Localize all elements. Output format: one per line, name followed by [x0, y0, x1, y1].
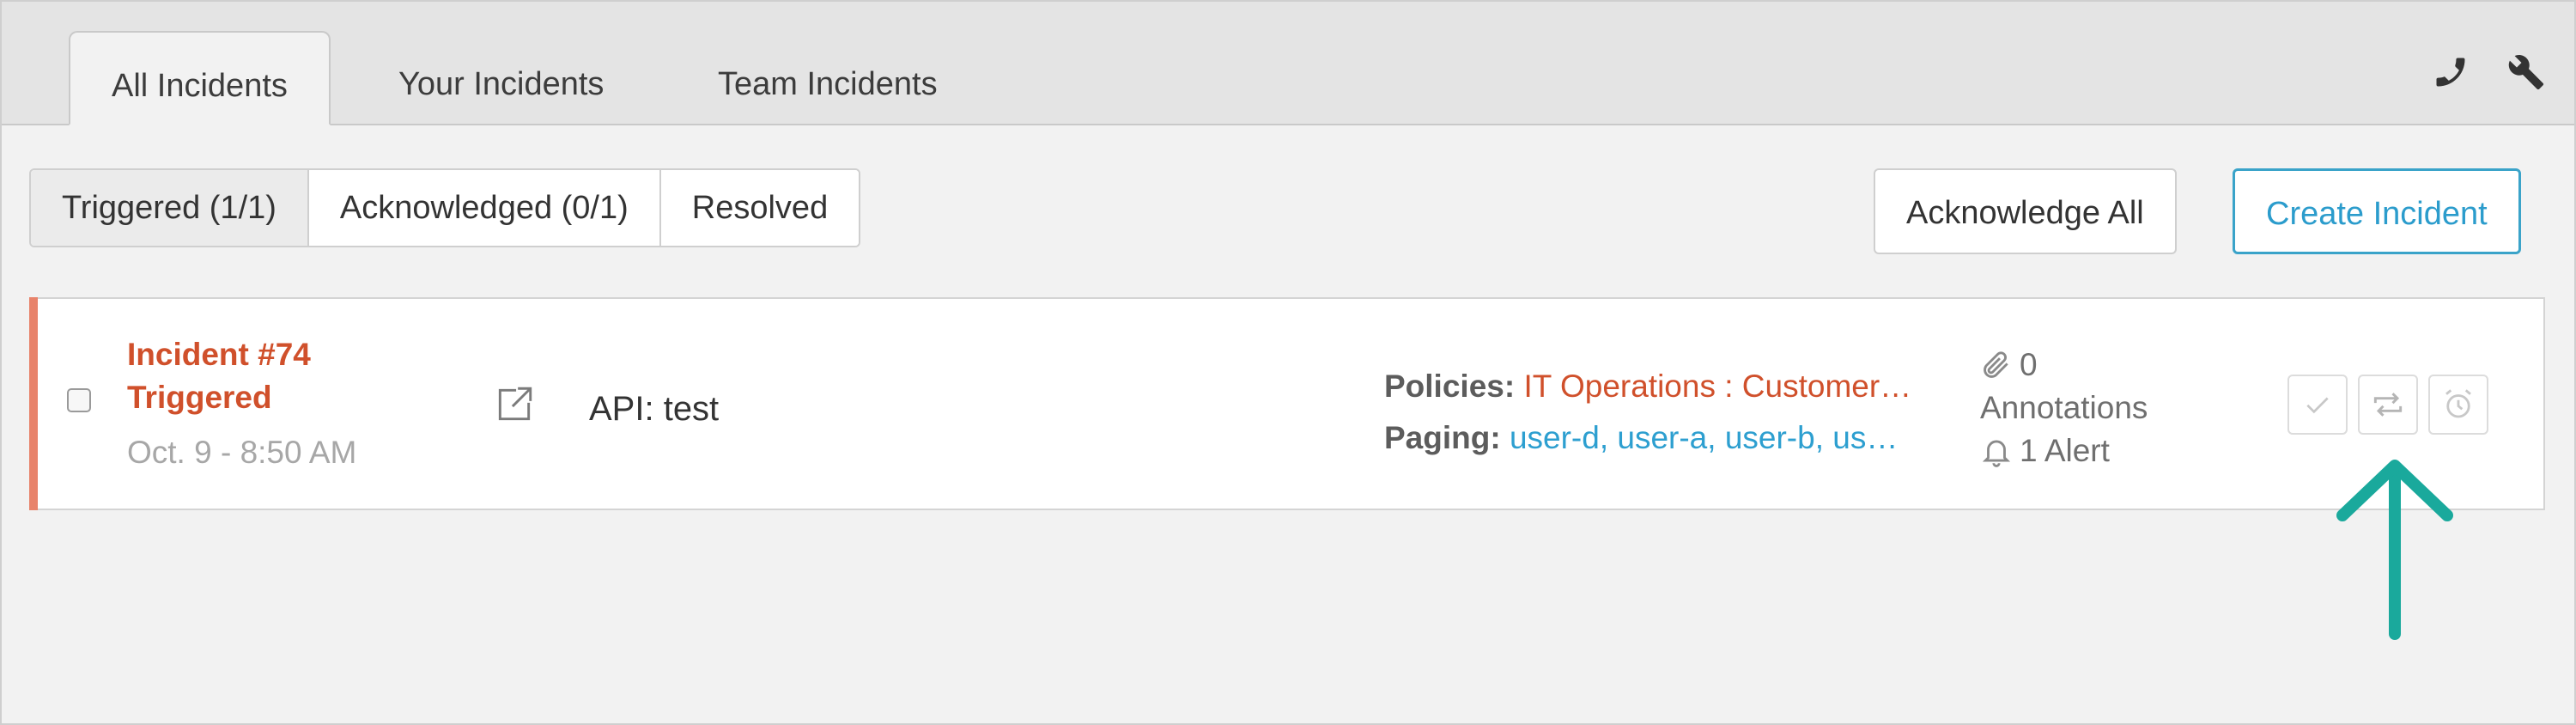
phone-icon[interactable]: [2428, 50, 2473, 94]
wrench-icon[interactable]: [2504, 50, 2549, 94]
annotation-count: 0: [2020, 347, 2038, 382]
toolbar-icons: [2428, 50, 2549, 94]
incident-title[interactable]: Incident #74 Triggered: [127, 333, 311, 419]
filter-triggered[interactable]: Triggered (1/1): [31, 170, 309, 246]
severity-stripe: [29, 297, 38, 510]
external-link-icon[interactable]: [493, 383, 536, 426]
alert-count: 1 Alert: [2020, 433, 2110, 468]
incident-tabs: All Incidents Your Incidents Team Incide…: [2, 2, 2574, 125]
incident-row: Incident #74 Triggered Oct. 9 - 8:50 AM …: [29, 297, 2545, 510]
annotation-arrow: [2330, 455, 2459, 641]
filter-acknowledged[interactable]: Acknowledged (0/1): [308, 170, 661, 246]
incident-status: Triggered: [127, 380, 272, 415]
policies-label: Policies:: [1384, 369, 1516, 404]
acknowledge-all-button[interactable]: Acknowledge All: [1874, 168, 2177, 254]
annotations-label: Annotations: [1980, 390, 2148, 425]
annotation-count-row: 0: [1980, 344, 2148, 387]
incident-time: Oct. 9 - 8:50 AM: [127, 435, 357, 470]
create-incident-button[interactable]: Create Incident: [2233, 168, 2521, 254]
incident-meta: 0 Annotations 1 Alert: [1980, 344, 2148, 472]
reassign-button[interactable]: [2358, 375, 2418, 435]
policies-link[interactable]: IT Operations : Customer…: [1523, 369, 1911, 404]
paging-users-link[interactable]: user-d, user-a, user-b, us…: [1510, 420, 1898, 455]
incident-select-checkbox[interactable]: [67, 388, 91, 412]
reassign-icon: [2373, 393, 2403, 417]
incident-summary: API: test: [589, 390, 720, 428]
paperclip-icon: [1984, 351, 2008, 378]
tab-your-incidents[interactable]: Your Incidents: [357, 31, 645, 125]
alarm-clock-icon: [2445, 389, 2471, 418]
tab-team-incidents[interactable]: Team Incidents: [677, 31, 979, 125]
alert-count-row: 1 Alert: [1980, 430, 2148, 472]
bell-icon: [1982, 440, 2011, 467]
checkmark-icon: [2306, 397, 2329, 414]
incident-actions: [2287, 375, 2488, 435]
tab-all-incidents[interactable]: All Incidents: [69, 31, 331, 125]
snooze-button[interactable]: [2428, 375, 2488, 435]
acknowledge-button[interactable]: [2287, 375, 2348, 435]
paging-label: Paging:: [1384, 420, 1501, 455]
status-filter-group: Triggered (1/1) Acknowledged (0/1) Resol…: [29, 168, 861, 247]
filter-resolved[interactable]: Resolved: [660, 170, 860, 246]
incident-policies: Policies: IT Operations : Customer… Pagi…: [1384, 361, 1968, 464]
incidents-panel: All Incidents Your Incidents Team Incide…: [0, 0, 2576, 725]
incident-number: Incident #74: [127, 337, 311, 372]
